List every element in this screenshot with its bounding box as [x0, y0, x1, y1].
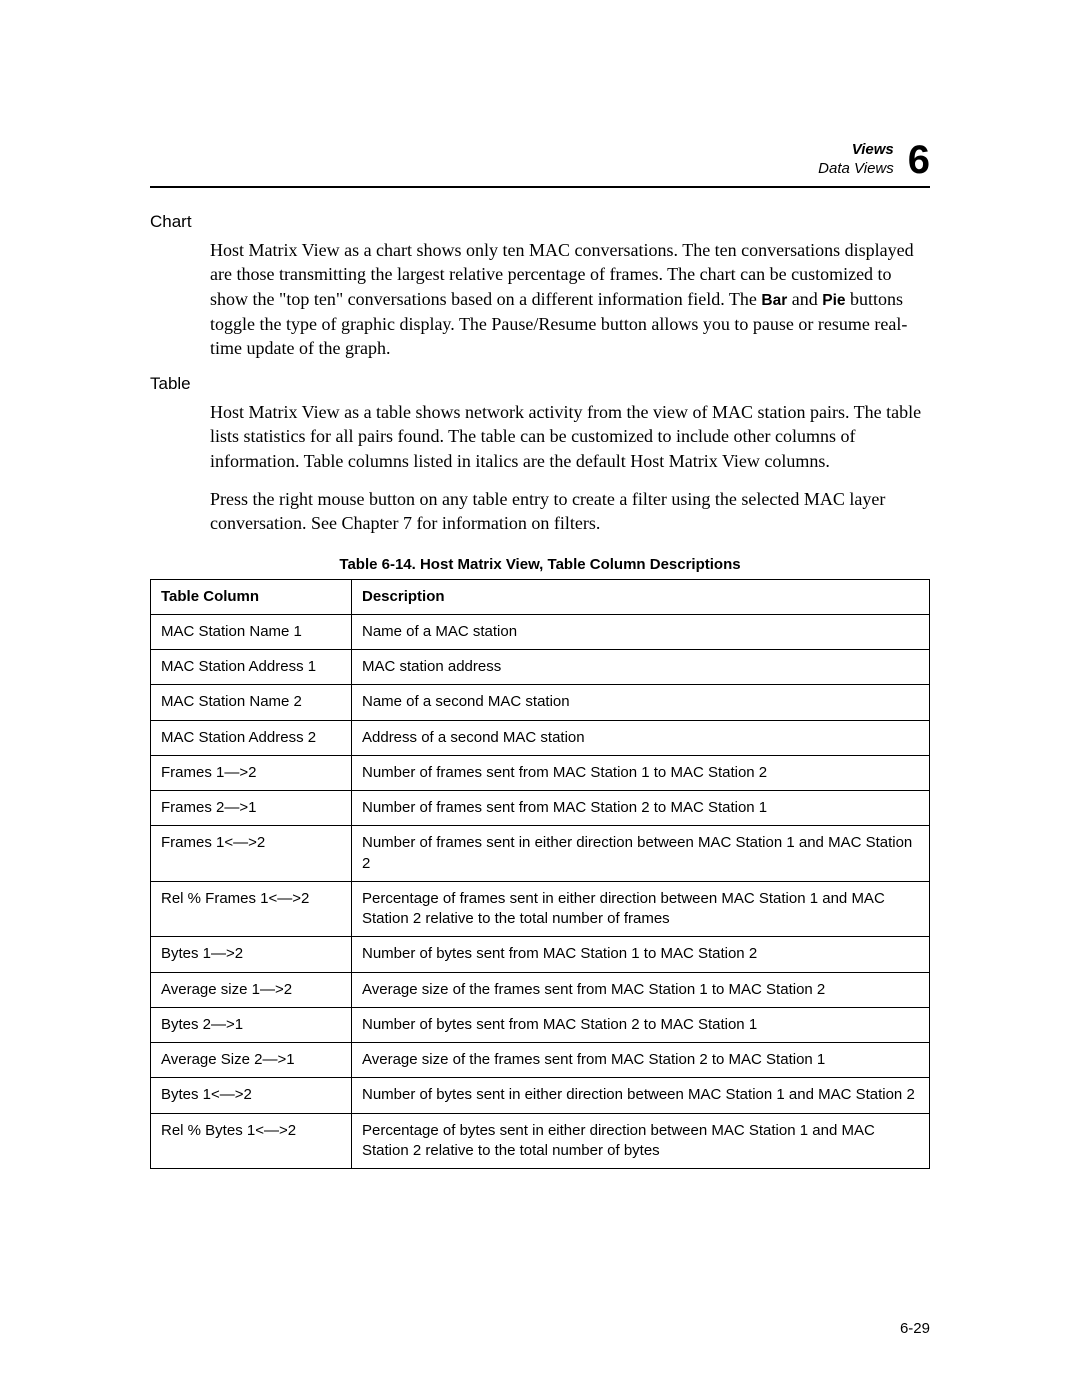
table-cell-description: Percentage of frames sent in either dire…	[352, 881, 930, 937]
table-cell-column: Bytes 1—>2	[151, 937, 352, 972]
bar-button-label: Bar	[761, 292, 787, 309]
table-header-col2: Description	[352, 579, 930, 614]
table-cell-description: Number of bytes sent in either direction…	[352, 1078, 930, 1113]
chart-para-mid1: and	[787, 289, 822, 309]
table-cell-column: MAC Station Address 1	[151, 650, 352, 685]
table-row: Frames 1<—>2Number of frames sent in eit…	[151, 826, 930, 882]
table-row: Average Size 2—>1Average size of the fra…	[151, 1043, 930, 1078]
table-cell-column: Bytes 2—>1	[151, 1007, 352, 1042]
table-cell-column: Rel % Frames 1<—>2	[151, 881, 352, 937]
column-descriptions-table: Table Column Description MAC Station Nam…	[150, 579, 930, 1170]
header-title: Views	[818, 141, 894, 160]
table-row: Frames 1—>2Number of frames sent from MA…	[151, 755, 930, 790]
table-header-col1: Table Column	[151, 579, 352, 614]
table-cell-description: Number of frames sent from MAC Station 2…	[352, 791, 930, 826]
table-cell-column: Frames 1—>2	[151, 755, 352, 790]
chart-paragraph: Host Matrix View as a chart shows only t…	[210, 238, 930, 360]
table-row: Average size 1—>2Average size of the fra…	[151, 972, 930, 1007]
table-row: MAC Station Address 2Address of a second…	[151, 720, 930, 755]
table-paragraph-1: Host Matrix View as a table shows networ…	[210, 400, 930, 473]
table-cell-description: Number of bytes sent from MAC Station 2 …	[352, 1007, 930, 1042]
table-row: MAC Station Name 1Name of a MAC station	[151, 614, 930, 649]
table-row: Rel % Frames 1<—>2Percentage of frames s…	[151, 881, 930, 937]
table-cell-description: MAC station address	[352, 650, 930, 685]
table-cell-description: Number of frames sent in either directio…	[352, 826, 930, 882]
table-cell-description: Name of a second MAC station	[352, 685, 930, 720]
table-cell-description: Average size of the frames sent from MAC…	[352, 1043, 930, 1078]
table-cell-column: Bytes 1<—>2	[151, 1078, 352, 1113]
page-header: Views Data Views 6	[150, 140, 930, 188]
table-cell-column: Average Size 2—>1	[151, 1043, 352, 1078]
table-cell-column: Average size 1—>2	[151, 972, 352, 1007]
table-row: Bytes 2—>1Number of bytes sent from MAC …	[151, 1007, 930, 1042]
header-subtitle: Data Views	[818, 160, 894, 179]
table-row: Bytes 1<—>2Number of bytes sent in eithe…	[151, 1078, 930, 1113]
header-text-block: Views Data Views	[818, 141, 894, 179]
table-cell-description: Name of a MAC station	[352, 614, 930, 649]
table-caption: Table 6-14. Host Matrix View, Table Colu…	[150, 556, 930, 573]
table-cell-column: Rel % Bytes 1<—>2	[151, 1113, 352, 1169]
table-cell-description: Average size of the frames sent from MAC…	[352, 972, 930, 1007]
table-cell-description: Number of bytes sent from MAC Station 1 …	[352, 937, 930, 972]
document-page: Views Data Views 6 Chart Host Matrix Vie…	[0, 0, 1080, 1397]
table-heading: Table	[150, 374, 930, 394]
table-cell-column: Frames 2—>1	[151, 791, 352, 826]
table-header-row: Table Column Description	[151, 579, 930, 614]
chapter-number: 6	[908, 140, 930, 180]
table-paragraph-2: Press the right mouse button on any tabl…	[210, 487, 930, 536]
page-number: 6-29	[900, 1320, 930, 1337]
table-cell-description: Number of frames sent from MAC Station 1…	[352, 755, 930, 790]
pie-button-label: Pie	[822, 292, 845, 309]
table-cell-column: Frames 1<—>2	[151, 826, 352, 882]
table-row: MAC Station Name 2Name of a second MAC s…	[151, 685, 930, 720]
table-cell-description: Address of a second MAC station	[352, 720, 930, 755]
table-cell-column: MAC Station Name 1	[151, 614, 352, 649]
table-row: MAC Station Address 1MAC station address	[151, 650, 930, 685]
table-row: Frames 2—>1Number of frames sent from MA…	[151, 791, 930, 826]
table-row: Rel % Bytes 1<—>2Percentage of bytes sen…	[151, 1113, 930, 1169]
table-row: Bytes 1—>2Number of bytes sent from MAC …	[151, 937, 930, 972]
table-cell-column: MAC Station Name 2	[151, 685, 352, 720]
table-cell-column: MAC Station Address 2	[151, 720, 352, 755]
table-cell-description: Percentage of bytes sent in either direc…	[352, 1113, 930, 1169]
chart-heading: Chart	[150, 212, 930, 232]
